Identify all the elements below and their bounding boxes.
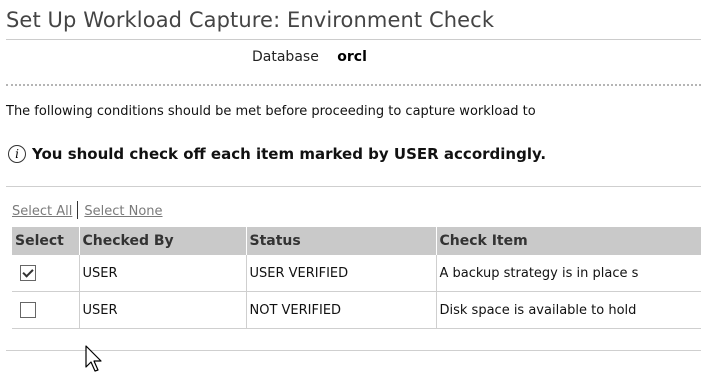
- table-top-divider: [6, 186, 701, 187]
- table-header-row: Select Checked By Status Check Item: [12, 227, 701, 255]
- table-row: USER NOT VERIFIED Disk space is availabl…: [12, 291, 701, 329]
- intro-text: The following conditions should be met b…: [6, 104, 536, 119]
- status-cell: USER VERIFIED: [246, 255, 437, 292]
- checked-by-cell: USER: [79, 255, 247, 292]
- row-checkbox[interactable]: [20, 265, 36, 281]
- mouse-cursor-icon: [85, 345, 102, 372]
- title-divider: [6, 39, 701, 40]
- column-header-status: Status: [246, 227, 437, 255]
- info-icon: i: [8, 145, 26, 163]
- dotted-divider: [6, 84, 701, 86]
- check-item-cell: A backup strategy is in place s: [436, 255, 701, 292]
- database-info: Database orcl: [252, 49, 367, 65]
- info-message: i You should check off each item marked …: [8, 145, 546, 163]
- page-title: Set Up Workload Capture: Environment Che…: [6, 8, 495, 32]
- column-header-select: Select: [12, 227, 80, 255]
- select-cell: [12, 255, 80, 292]
- table-row: USER USER VERIFIED A backup strategy is …: [12, 255, 701, 292]
- check-item-cell: Disk space is available to hold: [436, 291, 701, 329]
- checked-by-cell: USER: [79, 291, 247, 329]
- info-message-text: You should check off each item marked by…: [32, 145, 547, 163]
- environment-check-table: Select Checked By Status Check Item USER…: [12, 227, 701, 329]
- database-value: orcl: [337, 49, 367, 65]
- select-none-link[interactable]: Select None: [84, 204, 162, 219]
- table-bottom-divider: [6, 350, 701, 351]
- column-header-checked-by: Checked By: [79, 227, 247, 255]
- selection-links: Select All Select None: [12, 201, 163, 219]
- database-label: Database: [252, 49, 319, 65]
- status-cell: NOT VERIFIED: [246, 291, 437, 329]
- column-header-check-item: Check Item: [436, 227, 701, 255]
- select-cell: [12, 291, 80, 329]
- link-separator: [77, 201, 79, 219]
- select-all-link[interactable]: Select All: [12, 204, 72, 219]
- row-checkbox[interactable]: [20, 302, 36, 318]
